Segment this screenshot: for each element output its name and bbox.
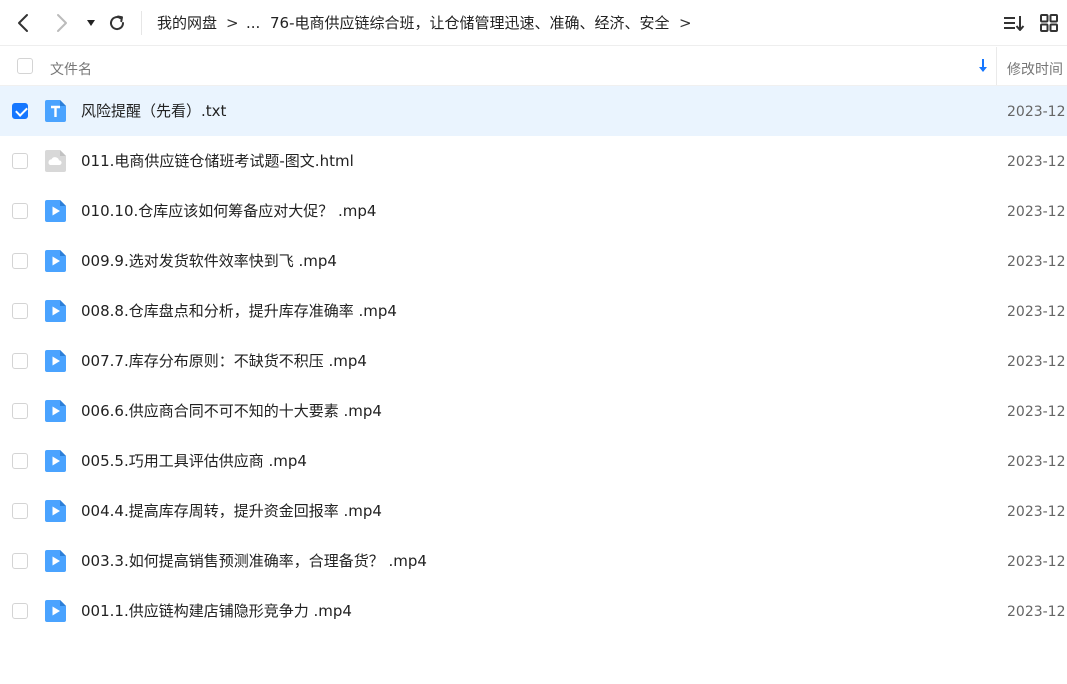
video-file-icon xyxy=(45,300,66,322)
video-file-icon xyxy=(45,600,66,622)
file-name[interactable]: 007.7.库存分布原则：不缺货不积压 .mp4 xyxy=(81,351,367,371)
file-name[interactable]: 010.10.仓库应该如何筹备应对大促？ .mp4 xyxy=(81,201,376,221)
column-header-modified-time[interactable]: 修改时间 xyxy=(1007,59,1063,79)
file-row[interactable]: 006.6.供应商合同不可不知的十大要素 .mp4 2023-12 xyxy=(0,386,1067,436)
file-name[interactable]: 009.9.选对发货软件效率快到飞 .mp4 xyxy=(81,251,337,271)
file-name[interactable]: 004.4.提高库存周转，提升资金回报率 .mp4 xyxy=(81,501,382,521)
file-modified-time: 2023-12 xyxy=(1007,354,1066,370)
file-name[interactable]: 风险提醒（先看）.txt xyxy=(81,101,226,121)
column-header-name[interactable]: 文件名 xyxy=(50,59,92,79)
chevron-right-icon xyxy=(57,14,67,32)
video-file-icon xyxy=(45,550,66,572)
file-row[interactable]: 007.7.库存分布原则：不缺货不积压 .mp4 2023-12 xyxy=(0,336,1067,386)
file-name[interactable]: 008.8.仓库盘点和分析，提升库存准确率 .mp4 xyxy=(81,301,397,321)
file-name[interactable]: 003.3.如何提高销售预测准确率，合理备货？ .mp4 xyxy=(81,551,427,571)
file-modified-time: 2023-12 xyxy=(1007,154,1066,170)
file-modified-time: 2023-12 xyxy=(1007,204,1066,220)
video-file-icon xyxy=(45,500,66,522)
file-row[interactable]: 005.5.巧用工具评估供应商 .mp4 2023-12 xyxy=(0,436,1067,486)
toolbar-divider xyxy=(141,11,142,35)
file-row[interactable]: 004.4.提高库存周转，提升资金回报率 .mp4 2023-12 xyxy=(0,486,1067,536)
video-file-icon xyxy=(45,350,66,372)
column-divider[interactable] xyxy=(996,47,997,85)
file-list: 风险提醒（先看）.txt 2023-12 011.电商供应链仓储班考试题-图文.ht… xyxy=(0,86,1067,636)
file-name[interactable]: 005.5.巧用工具评估供应商 .mp4 xyxy=(81,451,307,471)
grid-view-icon xyxy=(1040,14,1058,32)
breadcrumb-ellipsis[interactable]: ... xyxy=(246,13,260,33)
file-row-checkbox[interactable] xyxy=(12,603,28,619)
file-row-checkbox[interactable] xyxy=(12,503,28,519)
file-modified-time: 2023-12 xyxy=(1007,404,1066,420)
file-row[interactable]: 009.9.选对发货软件效率快到飞 .mp4 2023-12 xyxy=(0,236,1067,286)
file-name[interactable]: 001.1.供应链构建店铺隐形竞争力 .mp4 xyxy=(81,601,352,621)
file-modified-time: 2023-12 xyxy=(1007,254,1066,270)
breadcrumb-separator: > xyxy=(226,14,239,32)
file-row[interactable]: 008.8.仓库盘点和分析，提升库存准确率 .mp4 2023-12 xyxy=(0,286,1067,336)
file-modified-time: 2023-12 xyxy=(1007,504,1066,520)
toolbar: 我的网盘 > ... 76-电商供应链综合班，让仓储管理迅速、准确、经济、安全 … xyxy=(0,0,1067,46)
sort-button[interactable] xyxy=(1003,14,1025,36)
video-file-icon xyxy=(45,200,66,222)
refresh-icon xyxy=(110,15,125,31)
sort-down-arrow-icon[interactable] xyxy=(977,57,989,75)
file-row-checkbox[interactable] xyxy=(12,203,28,219)
back-button[interactable] xyxy=(12,12,34,34)
file-row-checkbox[interactable] xyxy=(12,403,28,419)
refresh-button[interactable] xyxy=(106,12,128,34)
video-file-icon xyxy=(45,450,66,472)
video-file-icon xyxy=(45,250,66,272)
video-file-icon xyxy=(45,400,66,422)
file-modified-time: 2023-12 xyxy=(1007,554,1066,570)
history-dropdown-button[interactable] xyxy=(80,12,102,34)
chevron-left-icon xyxy=(18,14,28,32)
breadcrumb-root[interactable]: 我的网盘 xyxy=(157,13,217,33)
file-row-checkbox[interactable] xyxy=(12,253,28,269)
file-row-checkbox[interactable] xyxy=(12,153,28,169)
txt-file-icon xyxy=(45,100,66,122)
view-toggle-button[interactable] xyxy=(1040,14,1058,36)
forward-button[interactable] xyxy=(51,12,73,34)
file-row-checkbox[interactable] xyxy=(12,353,28,369)
file-name[interactable]: 006.6.供应商合同不可不知的十大要素 .mp4 xyxy=(81,401,382,421)
file-row[interactable]: 风险提醒（先看）.txt 2023-12 xyxy=(0,86,1067,136)
file-row-checkbox[interactable] xyxy=(12,103,28,119)
file-row[interactable]: 011.电商供应链仓储班考试题-图文.html 2023-12 xyxy=(0,136,1067,186)
file-modified-time: 2023-12 xyxy=(1007,604,1066,620)
select-all-checkbox[interactable] xyxy=(17,58,33,74)
file-row-checkbox[interactable] xyxy=(12,303,28,319)
file-row[interactable]: 001.1.供应链构建店铺隐形竞争力 .mp4 2023-12 xyxy=(0,586,1067,636)
file-row-checkbox[interactable] xyxy=(12,453,28,469)
breadcrumb-current[interactable]: 76-电商供应链综合班，让仓储管理迅速、准确、经济、安全 xyxy=(270,13,670,33)
sort-list-icon xyxy=(1004,16,1025,31)
file-modified-time: 2023-12 xyxy=(1007,454,1066,470)
file-name[interactable]: 011.电商供应链仓储班考试题-图文.html xyxy=(81,151,354,171)
file-modified-time: 2023-12 xyxy=(1007,304,1066,320)
caret-down-icon xyxy=(87,20,95,26)
breadcrumb-separator[interactable]: > xyxy=(679,13,692,33)
file-modified-time: 2023-12 xyxy=(1007,104,1066,120)
file-row[interactable]: 003.3.如何提高销售预测准确率，合理备货？ .mp4 2023-12 xyxy=(0,536,1067,586)
file-row[interactable]: 010.10.仓库应该如何筹备应对大促？ .mp4 2023-12 xyxy=(0,186,1067,236)
file-list-header: 文件名 修改时间 xyxy=(0,47,1067,86)
file-row-checkbox[interactable] xyxy=(12,553,28,569)
html-file-icon xyxy=(45,150,66,172)
